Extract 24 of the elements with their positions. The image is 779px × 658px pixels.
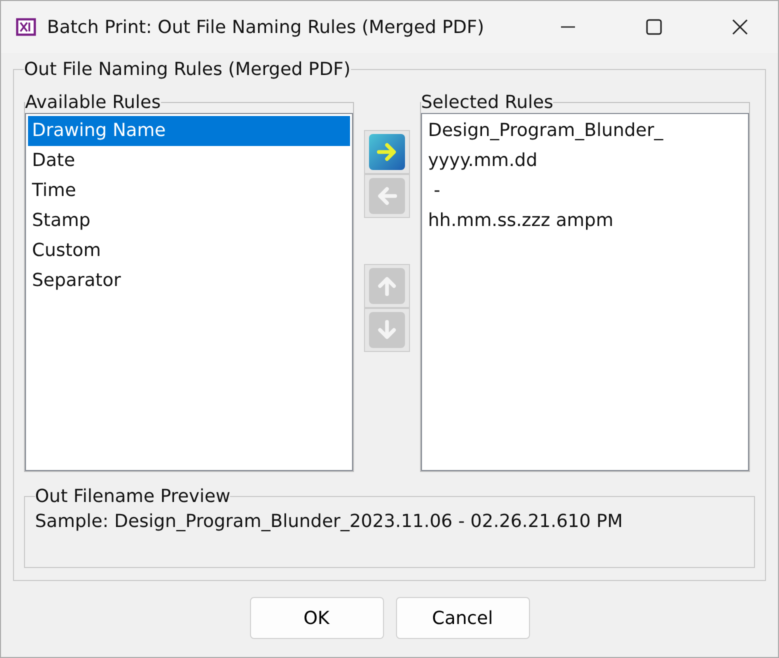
- right-arrow-button[interactable]: [364, 130, 410, 174]
- group-title: Available Rules: [25, 92, 161, 113]
- list-item[interactable]: Time: [28, 176, 350, 206]
- list-item[interactable]: Custom: [28, 236, 350, 266]
- list-item[interactable]: Date: [28, 146, 350, 176]
- list-item[interactable]: Separator: [28, 266, 350, 296]
- list-item[interactable]: Design_Program_Blunder_: [424, 116, 746, 146]
- group-title: Out File Naming Rules (Merged PDF): [24, 59, 351, 80]
- maximize-icon[interactable]: [644, 17, 664, 37]
- list-item[interactable]: Stamp: [28, 206, 350, 236]
- dialog-button[interactable]: OK: [250, 597, 384, 639]
- list-item[interactable]: yyyy.mm.dd: [424, 146, 746, 176]
- close-icon[interactable]: [730, 17, 750, 37]
- app-icon: [15, 16, 37, 38]
- group-title: Selected Rules: [421, 92, 554, 113]
- group-title: Out Filename Preview: [35, 486, 230, 507]
- list-item[interactable]: -: [424, 176, 746, 206]
- preview-text: Sample: Design_Program_Blunder_2023.11.06 - 02.26.21.610 PM: [35, 511, 624, 532]
- list-item[interactable]: hh.mm.ss.zzz ampm: [424, 206, 746, 236]
- list-box[interactable]: Design_Program_Blunder_ yyyy.mm.dd - hh.mm.ss.zzz ampm: [421, 113, 749, 471]
- window-title: Batch Print: Out File Naming Rules (Merged PDF): [47, 16, 484, 38]
- list-item[interactable]: Drawing Name: [28, 116, 350, 146]
- dialog-button[interactable]: Cancel: [396, 597, 530, 639]
- list-box[interactable]: Drawing Name Date Time Stamp Custom Separator: [25, 113, 353, 471]
